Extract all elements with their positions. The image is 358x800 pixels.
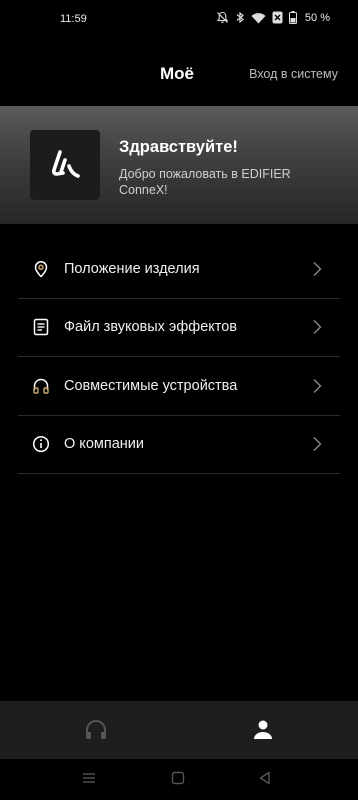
menu-item-label: Совместимые устройства [64, 377, 238, 394]
mute-icon [216, 11, 229, 24]
location-pin-icon [32, 260, 50, 278]
menu-item-product-location[interactable]: Положение изделия [18, 240, 340, 299]
battery-icon [288, 11, 297, 24]
tab-devices-headphones-icon[interactable] [83, 717, 109, 743]
menu-item-about[interactable]: О компании [18, 416, 340, 474]
status-bar: 11:59 50 % [0, 0, 358, 40]
login-link[interactable]: Вход в систему [249, 67, 338, 81]
status-time: 11:59 [60, 13, 87, 25]
chevron-right-icon [312, 378, 322, 394]
back-icon[interactable] [257, 770, 273, 786]
headphones-icon [32, 377, 50, 395]
bluetooth-icon [235, 11, 245, 24]
wifi-icon [251, 12, 266, 24]
home-icon[interactable] [170, 770, 186, 786]
menu-item-label: Положение изделия [64, 260, 200, 277]
chevron-right-icon [312, 261, 322, 277]
chevron-right-icon [312, 436, 322, 452]
settings-menu: Положение изделия Файл звуковых эффектов… [18, 240, 340, 474]
system-nav-bar [0, 759, 358, 800]
info-icon [32, 435, 50, 453]
menu-item-label: Файл звуковых эффектов [64, 319, 238, 336]
status-icons: 50 % [216, 11, 330, 24]
header: Моё Вход в систему [0, 52, 358, 96]
menu-item-compatible-devices[interactable]: Совместимые устройства [18, 357, 340, 416]
no-sim-icon [272, 11, 283, 24]
menu-item-label: О компании [64, 436, 144, 453]
menu-item-sound-effects[interactable]: Файл звуковых эффектов [18, 299, 340, 357]
edifier-logo-icon [30, 130, 100, 200]
page-title: Моё [160, 64, 194, 83]
battery-percent: 50 % [304, 11, 330, 24]
bottom-nav [0, 701, 358, 759]
greeting-text: Здравствуйте! [119, 138, 238, 156]
tab-me-person-icon[interactable] [250, 717, 276, 743]
document-icon [32, 318, 50, 336]
welcome-text: Добро пожаловать в EDIFIER ConneX! [119, 167, 291, 197]
profile-card[interactable]: Здравствуйте! Добро пожаловать в EDIFIER… [0, 106, 358, 224]
chevron-right-icon [312, 319, 322, 335]
recents-icon[interactable] [81, 770, 97, 786]
